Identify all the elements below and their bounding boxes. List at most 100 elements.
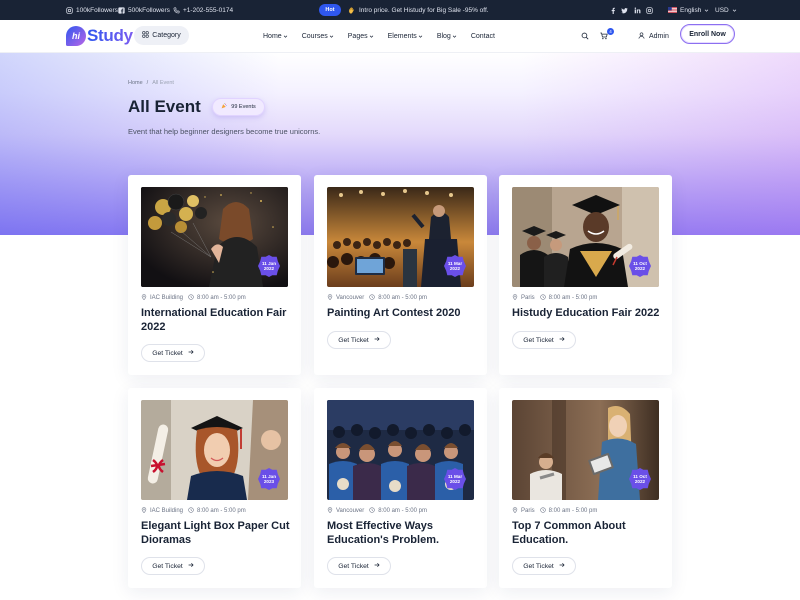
event-date-year: 2022 — [634, 266, 646, 271]
event-meta: IAC Building 8:00 am - 5:00 pm — [141, 294, 246, 302]
location-pin-icon — [141, 294, 147, 302]
event-date-badge: 11 Mar 2022 — [444, 468, 466, 490]
event-date-year: 2022 — [634, 479, 646, 484]
admin-menu[interactable]: Admin — [638, 30, 669, 42]
clock-icon — [540, 507, 546, 515]
waving-hand-icon — [346, 4, 356, 16]
event-title[interactable]: Top 7 Common About Education. — [512, 519, 664, 547]
breadcrumb-current: All Event — [152, 80, 174, 86]
nav-item-home[interactable]: Home — [263, 33, 288, 40]
facebook-followers-label: 500kFollowers — [128, 6, 170, 14]
event-meta: IAC Building 8:00 am - 5:00 pm — [141, 507, 246, 515]
event-card[interactable]: 11 Mar 2022 Vancouver 8:00 am - 5:00 pm P… — [314, 175, 487, 375]
search-icon[interactable] — [579, 30, 591, 42]
location-pin-icon — [327, 507, 333, 515]
nav-label: Elements — [387, 33, 417, 40]
linkedin-icon[interactable] — [634, 0, 641, 20]
event-card[interactable]: 11 Jan 2023 IAC Building 8:00 am - 5:00 p… — [128, 388, 301, 588]
clock-icon — [188, 507, 194, 515]
event-date-year: 2022 — [449, 479, 461, 484]
ticket-label: Get Ticket — [152, 349, 183, 357]
event-image[interactable]: 11 Mar 2022 — [327, 400, 474, 500]
event-count-badge: 99 Events — [212, 98, 265, 116]
ticket-label: Get Ticket — [338, 336, 369, 344]
event-image[interactable]: 11 Mar 2022 — [327, 187, 474, 287]
nav-item-blog[interactable]: Blog — [437, 33, 457, 40]
event-date-year: 2023 — [263, 479, 275, 484]
event-image[interactable]: 11 Jan 2022 — [141, 187, 288, 287]
event-title[interactable]: Painting Art Contest 2020 — [327, 306, 479, 320]
nav-label: Courses — [301, 33, 328, 40]
event-card[interactable]: 11 Oct 2022 Paris 8:00 am - 5:00 pm Histu… — [499, 175, 672, 375]
category-button[interactable]: Category — [134, 26, 189, 45]
admin-label: Admin — [649, 32, 669, 40]
site-logo[interactable]: hi Study — [66, 25, 133, 47]
event-date-badge: 11 Oct 2022 — [629, 468, 651, 490]
instagram-followers[interactable]: 100kFollowers — [66, 0, 118, 20]
category-label: Category — [152, 32, 181, 39]
nav-label: Blog — [436, 33, 451, 40]
event-time: 8:00 am - 5:00 pm — [197, 295, 246, 301]
instagram-icon[interactable] — [646, 0, 653, 20]
user-icon — [638, 31, 645, 41]
facebook-icon[interactable] — [609, 0, 616, 20]
language-select[interactable]: English — [668, 0, 709, 20]
event-title[interactable]: Histudy Education Fair 2022 — [512, 306, 664, 320]
event-card[interactable]: 11 Mar 2022 Vancouver 8:00 am - 5:00 pm M… — [314, 388, 487, 588]
chevron-down-icon — [369, 35, 373, 38]
breadcrumb-separator: / — [146, 80, 149, 86]
ticket-label: Get Ticket — [338, 562, 369, 570]
party-popper-icon — [221, 103, 227, 111]
nav-item-courses[interactable]: Courses — [302, 33, 334, 40]
event-date-badge: 11 Mar 2022 — [444, 255, 466, 277]
facebook-followers[interactable]: 500kFollowers — [118, 0, 170, 20]
phone-contact[interactable]: +1-202-555-0174 — [173, 0, 233, 20]
nav-item-elements[interactable]: Elements — [388, 33, 423, 40]
get-ticket-button[interactable]: Get Ticket — [141, 344, 205, 362]
get-ticket-button[interactable]: Get Ticket — [141, 557, 205, 575]
event-image[interactable]: 11 Jan 2023 — [141, 400, 288, 500]
chevron-down-icon — [329, 35, 333, 38]
twitter-icon[interactable] — [621, 0, 628, 20]
event-date-badge: 11 Jan 2022 — [258, 255, 280, 277]
event-card[interactable]: 11 Jan 2022 IAC Building 8:00 am - 5:00 p… — [128, 175, 301, 375]
location-pin-icon — [512, 507, 518, 515]
promo-text[interactable]: Intro price. Get Histudy for Big Sale -9… — [359, 0, 489, 20]
event-image[interactable]: 11 Oct 2022 — [512, 400, 659, 500]
event-location: Vancouver — [336, 295, 365, 301]
get-ticket-button[interactable]: Get Ticket — [327, 557, 391, 575]
enroll-now-button[interactable]: Enroll Now — [680, 24, 735, 44]
currency-label: USD — [715, 6, 729, 14]
get-ticket-button[interactable]: Get Ticket — [512, 557, 576, 575]
event-time: 8:00 am - 5:00 pm — [197, 508, 246, 514]
nav-item-contact[interactable]: Contact — [471, 33, 495, 40]
us-flag-icon — [668, 7, 677, 13]
main-header: hi Study Category Home Courses Pages Ele… — [0, 20, 800, 53]
arrow-right-icon — [188, 349, 194, 357]
arrow-right-icon — [559, 562, 565, 570]
phone-number: +1-202-555-0174 — [183, 6, 234, 14]
event-time: 8:00 am - 5:00 pm — [548, 295, 598, 301]
breadcrumb: Home / All Event — [128, 80, 174, 86]
event-title[interactable]: International Education Fair 2022 — [141, 306, 293, 334]
get-ticket-button[interactable]: Get Ticket — [327, 331, 391, 349]
chevron-down-icon — [732, 8, 737, 13]
get-ticket-button[interactable]: Get Ticket — [512, 331, 576, 349]
hot-badge: Hot — [319, 4, 341, 16]
event-card[interactable]: 11 Oct 2022 Paris 8:00 am - 5:00 pm Top 7… — [499, 388, 672, 588]
currency-select[interactable]: USD — [715, 0, 737, 20]
breadcrumb-home[interactable]: Home — [128, 80, 143, 86]
event-title[interactable]: Elegant Light Box Paper Cut Dioramas — [141, 519, 293, 547]
chevron-down-icon — [283, 35, 287, 38]
event-time: 8:00 am - 5:00 pm — [378, 295, 427, 301]
event-image[interactable]: 11 Oct 2022 — [512, 187, 659, 287]
grid-icon — [142, 31, 149, 40]
nav-item-pages[interactable]: Pages — [348, 33, 374, 40]
event-meta: Paris 8:00 am - 5:00 pm — [512, 507, 597, 515]
location-pin-icon — [141, 507, 147, 515]
event-date-badge: 11 Oct 2022 — [629, 255, 651, 277]
page-title: All Event — [128, 97, 201, 116]
event-title[interactable]: Most Effective Ways Education's Problem. — [327, 519, 479, 547]
event-date-badge: 11 Jan 2023 — [258, 468, 280, 490]
ticket-label: Get Ticket — [523, 562, 554, 570]
